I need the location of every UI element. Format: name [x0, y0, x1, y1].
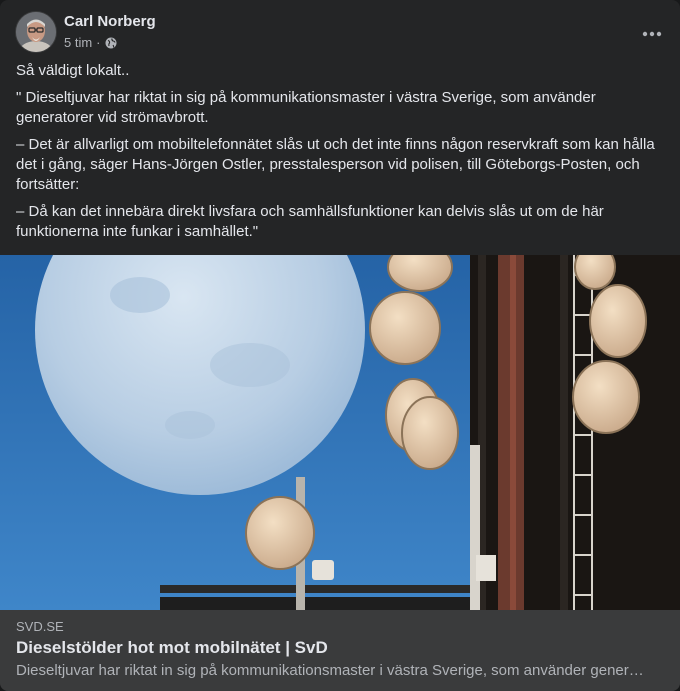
avatar[interactable]: [16, 12, 56, 52]
post-card: Carl Norberg 5 tim · Så väldigt lokalt..…: [0, 0, 680, 691]
more-options-button[interactable]: [634, 16, 670, 52]
link-description: Dieseltjuvar har riktat in sig på kommun…: [16, 662, 652, 679]
telecom-tower-photo: [0, 255, 680, 610]
meta-separator: ·: [96, 35, 101, 50]
more-horizontal-icon: [642, 31, 662, 37]
author-name[interactable]: Carl Norberg: [64, 13, 156, 30]
post-paragraph: – Då kan det innebära direkt livsfara oc…: [16, 203, 604, 240]
post-paragraph: Så väldigt lokalt..: [16, 62, 130, 79]
link-title[interactable]: Dieselstölder hot mot mobilnätet | SvD: [16, 638, 664, 658]
post-time[interactable]: 5 tim: [64, 35, 92, 50]
globe-icon[interactable]: [105, 37, 117, 49]
link-preview[interactable]: SVD.SE Dieselstölder hot mot mobilnätet …: [0, 610, 680, 691]
post-meta: 5 tim ·: [64, 35, 117, 50]
avatar-photo: [16, 12, 56, 52]
link-domain: SVD.SE: [16, 619, 64, 634]
post-header: Carl Norberg 5 tim ·: [16, 12, 664, 56]
post-body: Så väldigt lokalt.. " Dieseltjuvar har r…: [16, 61, 664, 249]
link-preview-image[interactable]: [0, 255, 680, 610]
post-paragraph: " Dieseltjuvar har riktat in sig på komm…: [16, 89, 596, 126]
post-paragraph: – Det är allvarligt om mobiltelefonnätet…: [16, 136, 655, 193]
